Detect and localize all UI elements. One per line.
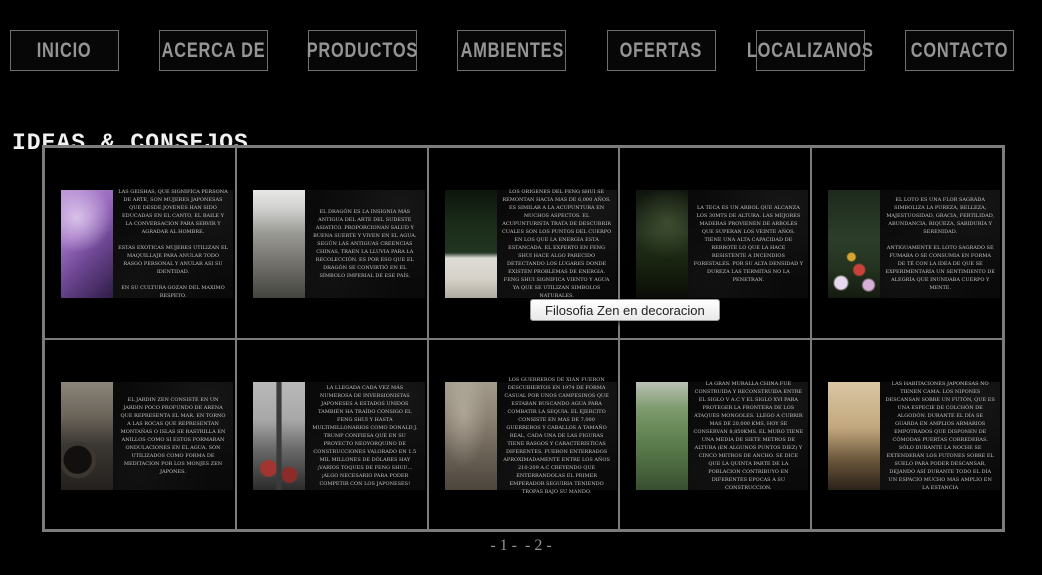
great-wall-photo xyxy=(636,382,688,490)
nav-item-label: AMBIENTES xyxy=(460,39,563,63)
nav-item-inicio[interactable]: INICIO xyxy=(10,30,119,71)
card-text: LOS ORIGENES DEL FENG SHUI SE REMONTAN H… xyxy=(497,190,617,298)
idea-card[interactable]: LAS GEISHAS, QUE SIGNIFICA PERSONA DE AR… xyxy=(61,190,233,298)
nav-item-acerca-de[interactable]: ACERCA DE xyxy=(159,30,268,71)
idea-card[interactable]: LAS HABITACIONES JAPONESAS NO TIENEN CAM… xyxy=(828,382,1000,490)
card-text: LAS HABITACIONES JAPONESAS NO TIENEN CAM… xyxy=(880,382,1000,490)
nav-item-label: LOCALIZANOS xyxy=(747,39,874,63)
nav-item-ofertas[interactable]: OFERTAS xyxy=(607,30,716,71)
idea-card[interactable]: LA TECA ES UN ARBOL QUE ALCANZA LOS 30MT… xyxy=(636,190,808,298)
grid-cell: LAS GEISHAS, QUE SIGNIFICA PERSONA DE AR… xyxy=(44,147,236,339)
feng-shui-room-photo xyxy=(445,190,497,298)
nav-item-label: ACERCA DE xyxy=(162,39,266,63)
idea-card[interactable]: EL DRAGÓN ES LA INSIGNIA MÁS ANTIGUA DEL… xyxy=(253,190,425,298)
idea-card[interactable]: LOS GUERREROS DE XIAN FUERON DESCUBIERTO… xyxy=(445,382,617,490)
nav-item-label: CONTACTO xyxy=(911,39,1009,63)
grid-cell: EL DRAGÓN ES LA INSIGNIA MÁS ANTIGUA DEL… xyxy=(236,147,428,339)
idea-card[interactable]: LOS ORIGENES DEL FENG SHUI SE REMONTAN H… xyxy=(445,190,617,298)
idea-card[interactable]: EL JARDIN ZEN CONSISTE EN UN JARDIN POCO… xyxy=(61,382,233,490)
card-text: LA LLEGADA CADA VEZ MÁS NUMEROSA DE INVE… xyxy=(305,382,425,490)
terracotta-warriors-photo xyxy=(445,382,497,490)
tooltip: Filosofia Zen en decoracion xyxy=(530,299,720,321)
zen-garden-photo xyxy=(61,382,113,490)
card-text: LAS GEISHAS, QUE SIGNIFICA PERSONA DE AR… xyxy=(113,190,233,298)
nav-item-contacto[interactable]: CONTACTO xyxy=(905,30,1014,71)
city-tower-photo xyxy=(253,382,305,490)
nav-item-productos[interactable]: PRODUCTOS xyxy=(308,30,417,71)
tooltip-text: Filosofia Zen en decoracion xyxy=(545,303,705,318)
nav-item-label: OFERTAS xyxy=(620,39,703,63)
grid-cell: LOS GUERREROS DE XIAN FUERON DESCUBIERTO… xyxy=(428,339,620,531)
grid-cell: LA LLEGADA CADA VEZ MÁS NUMEROSA DE INVE… xyxy=(236,339,428,531)
idea-card[interactable]: LA LLEGADA CADA VEZ MÁS NUMEROSA DE INVE… xyxy=(253,382,425,490)
ideas-card-grid: LAS GEISHAS, QUE SIGNIFICA PERSONA DE AR… xyxy=(42,145,1005,532)
dragon-statue-photo xyxy=(253,190,305,298)
futon-room-photo xyxy=(828,382,880,490)
page: INICIO ACERCA DE PRODUCTOS AMBIENTES OFE… xyxy=(0,0,1042,575)
card-text: LA GRAN MURALLA CHINA FUE CONSTRUIDA Y R… xyxy=(688,382,808,490)
nav-item-ambientes[interactable]: AMBIENTES xyxy=(457,30,566,71)
lotus-garden-photo xyxy=(828,190,880,298)
page-link-1[interactable]: - 1 - xyxy=(490,537,517,555)
idea-card[interactable]: LA GRAN MURALLA CHINA FUE CONSTRUIDA Y R… xyxy=(636,382,808,490)
pagination: - 1 - - 2 - xyxy=(0,537,1042,555)
grid-cell: LA GRAN MURALLA CHINA FUE CONSTRUIDA Y R… xyxy=(619,339,811,531)
card-text: EL JARDIN ZEN CONSISTE EN UN JARDIN POCO… xyxy=(113,382,233,490)
idea-card[interactable]: EL LOTO ES UNA FLOR SAGRADA SIMBOLIZA LA… xyxy=(828,190,1000,298)
geisha-photo xyxy=(61,190,113,298)
main-navigation: INICIO ACERCA DE PRODUCTOS AMBIENTES OFE… xyxy=(0,30,1042,69)
teak-forest-photo xyxy=(636,190,688,298)
grid-cell: EL JARDIN ZEN CONSISTE EN UN JARDIN POCO… xyxy=(44,339,236,531)
card-text: EL DRAGÓN ES LA INSIGNIA MÁS ANTIGUA DEL… xyxy=(305,190,425,298)
nav-item-label: PRODUCTOS xyxy=(307,39,418,63)
card-text: LA TECA ES UN ARBOL QUE ALCANZA LOS 30MT… xyxy=(688,190,808,298)
grid-cell: EL LOTO ES UNA FLOR SAGRADA SIMBOLIZA LA… xyxy=(811,147,1003,339)
nav-item-label: INICIO xyxy=(37,39,92,63)
page-link-2[interactable]: - 2 - xyxy=(525,537,552,555)
grid-cell: LAS HABITACIONES JAPONESAS NO TIENEN CAM… xyxy=(811,339,1003,531)
card-text: LOS GUERREROS DE XIAN FUERON DESCUBIERTO… xyxy=(497,382,617,490)
card-text: EL LOTO ES UNA FLOR SAGRADA SIMBOLIZA LA… xyxy=(880,190,1000,298)
nav-item-localizanos[interactable]: LOCALIZANOS xyxy=(756,30,865,71)
